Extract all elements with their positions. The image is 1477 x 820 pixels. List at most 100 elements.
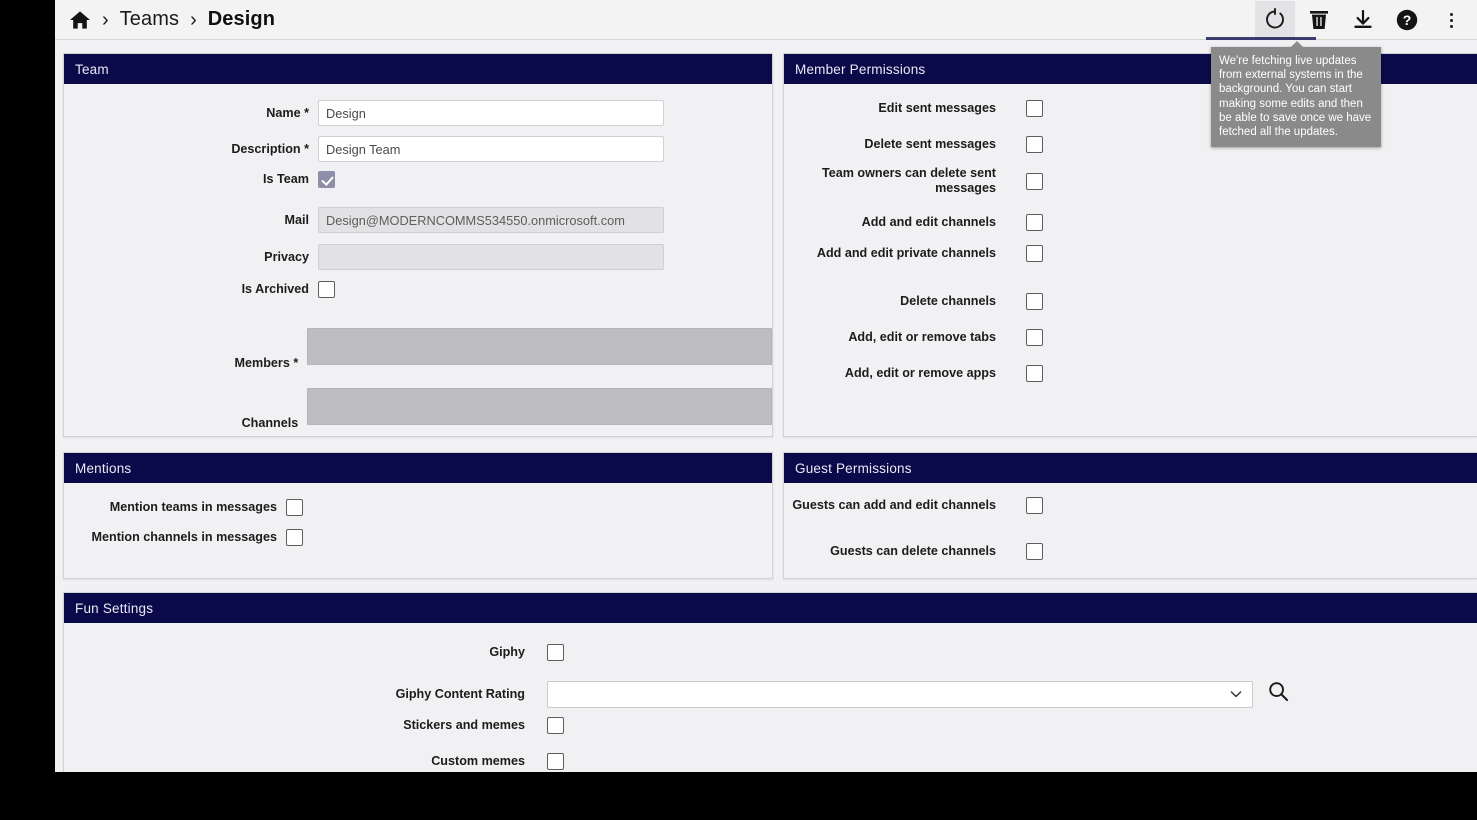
giphy-content-rating-select[interactable] [547,681,1253,708]
label-mention-teams-in-messages: Mention teams in messages [64,500,277,515]
panel-guest-permissions: Guest Permissions Guests can add and edi… [783,452,1477,579]
channels-field[interactable] [307,388,772,425]
label-giphy-content-rating: Giphy Content Rating [64,687,525,702]
field-row-mail: Mail [64,207,772,233]
top-bar: › Teams › Design [55,0,1477,40]
panel-team-title: Team [75,62,109,77]
delete-channels-checkbox[interactable] [1026,293,1043,310]
svg-text:?: ? [1403,12,1412,28]
label-members: Members * [64,356,298,371]
add-and-edit-channels-checkbox[interactable] [1026,214,1043,231]
label-edit-sent-messages: Edit sent messages [784,101,996,116]
label-add-edit-or-remove-tabs: Add, edit or remove tabs [784,330,996,345]
refresh-button[interactable] [1255,1,1295,39]
screen: › Teams › Design [0,0,1477,820]
mention-teams-in-messages-checkbox[interactable] [286,499,303,516]
panel-mentions-title: Mentions [75,461,131,476]
label-is-team: Is Team [64,172,309,187]
label-add-and-edit-channels: Add and edit channels [784,215,996,230]
label-description: Description * [64,142,309,157]
label-team-owners-can-delete-sent-messages: Team owners can delete sent messages [784,166,996,196]
home-icon[interactable] [69,10,91,30]
panel-fun-settings-title: Fun Settings [75,601,153,616]
edit-sent-messages-checkbox[interactable] [1026,100,1043,117]
permission-row: Add, edit or remove tabs [784,329,1477,346]
panel-mentions: Mentions Mention teams in messages Menti… [63,452,773,579]
description-input[interactable] [318,136,664,162]
app-viewport: › Teams › Design [55,0,1477,772]
help-button[interactable]: ? [1387,1,1427,39]
search-icon [1267,680,1290,703]
guest-permission-row: Guests can add and edit channels [784,497,1477,514]
permission-row: Add, edit or remove apps [784,365,1477,382]
label-guests-can-delete-channels: Guests can delete channels [784,544,996,559]
field-row-channels: Channels [64,388,772,425]
label-delete-channels: Delete channels [784,294,996,309]
label-guests-can-add-and-edit-channels: Guests can add and edit channels [784,498,996,513]
add-edit-or-remove-tabs-checkbox[interactable] [1026,329,1043,346]
delete-button[interactable] [1299,1,1339,39]
mention-row: Mention channels in messages [64,529,772,546]
label-add-edit-or-remove-apps: Add, edit or remove apps [784,366,996,381]
panel-guest-permissions-title: Guest Permissions [795,461,912,476]
field-row-members: Members * [64,328,772,365]
fun-setting-row: Custom memes [64,753,1477,770]
more-options-icon [1450,13,1453,28]
add-and-edit-private-channels-checkbox[interactable] [1026,245,1043,262]
stickers-and-memes-checkbox[interactable] [547,717,564,734]
giphy-content-rating-search-button[interactable] [1267,680,1290,708]
giphy-checkbox[interactable] [547,644,564,661]
fun-setting-row-giphy-rating: Giphy Content Rating [64,680,1477,708]
team-owners-can-delete-sent-messages-checkbox[interactable] [1026,173,1043,190]
more-options-button[interactable] [1431,1,1471,39]
kebab-dot-1 [1450,13,1453,16]
help-icon-svg: ? [1395,8,1419,32]
delete-icon [1308,8,1330,32]
panel-mentions-header: Mentions [64,453,772,483]
fetching-updates-tooltip: We're fetching live updates from externa… [1211,47,1381,147]
permission-row: Add and edit private channels [784,245,1477,262]
help-icon: ? [1395,8,1419,32]
permission-row: Team owners can delete sent messages [784,166,1477,196]
is-archived-checkbox[interactable] [318,281,335,298]
chevron-down-icon [1228,686,1244,702]
breadcrumb-separator-1: › [102,10,109,30]
breadcrumb: › Teams › Design [55,0,275,40]
name-input[interactable] [318,100,664,126]
panel-team-header: Team [64,54,772,84]
fun-setting-row: Giphy [64,644,1477,661]
home-icon-svg [69,10,91,30]
label-mention-channels-in-messages: Mention channels in messages [64,530,277,545]
custom-memes-checkbox[interactable] [547,753,564,770]
mention-row: Mention teams in messages [64,499,772,516]
field-row-privacy: Privacy [64,244,772,270]
label-delete-sent-messages: Delete sent messages [784,137,996,152]
panel-team-body: Name * Description * Is Team Mail Privac [64,84,772,436]
label-is-archived: Is Archived [64,282,309,297]
label-mail: Mail [64,213,309,228]
mail-input [318,207,664,233]
panel-fun-settings-body: Giphy Giphy Content Rating [64,623,1477,772]
kebab-dot-2 [1450,19,1453,22]
label-name: Name * [64,106,309,121]
panel-mentions-body: Mention teams in messages Mention channe… [64,483,772,578]
add-edit-or-remove-apps-checkbox[interactable] [1026,365,1043,382]
guests-can-add-and-edit-channels-checkbox[interactable] [1026,497,1043,514]
toolbar: ? [1255,0,1471,40]
guest-permission-row: Guests can delete channels [784,543,1477,560]
label-channels: Channels [64,416,298,431]
breadcrumb-item-teams[interactable]: Teams [120,8,179,31]
members-field[interactable] [307,328,772,365]
delete-sent-messages-checkbox[interactable] [1026,136,1043,153]
field-row-is-archived: Is Archived [64,281,772,298]
field-row-name: Name * [64,100,772,126]
download-button[interactable] [1343,1,1383,39]
trash-icon-svg [1308,8,1330,32]
is-team-checkbox[interactable] [318,171,335,188]
guests-can-delete-channels-checkbox[interactable] [1026,543,1043,560]
form-content: Team Name * Description * Is Team Mail [55,40,1477,772]
panel-fun-settings: Fun Settings Giphy Giphy Content Rating [63,592,1477,772]
panel-guest-permissions-body: Guests can add and edit channels Guests … [784,483,1477,578]
label-custom-memes: Custom memes [64,754,525,769]
mention-channels-in-messages-checkbox[interactable] [286,529,303,546]
